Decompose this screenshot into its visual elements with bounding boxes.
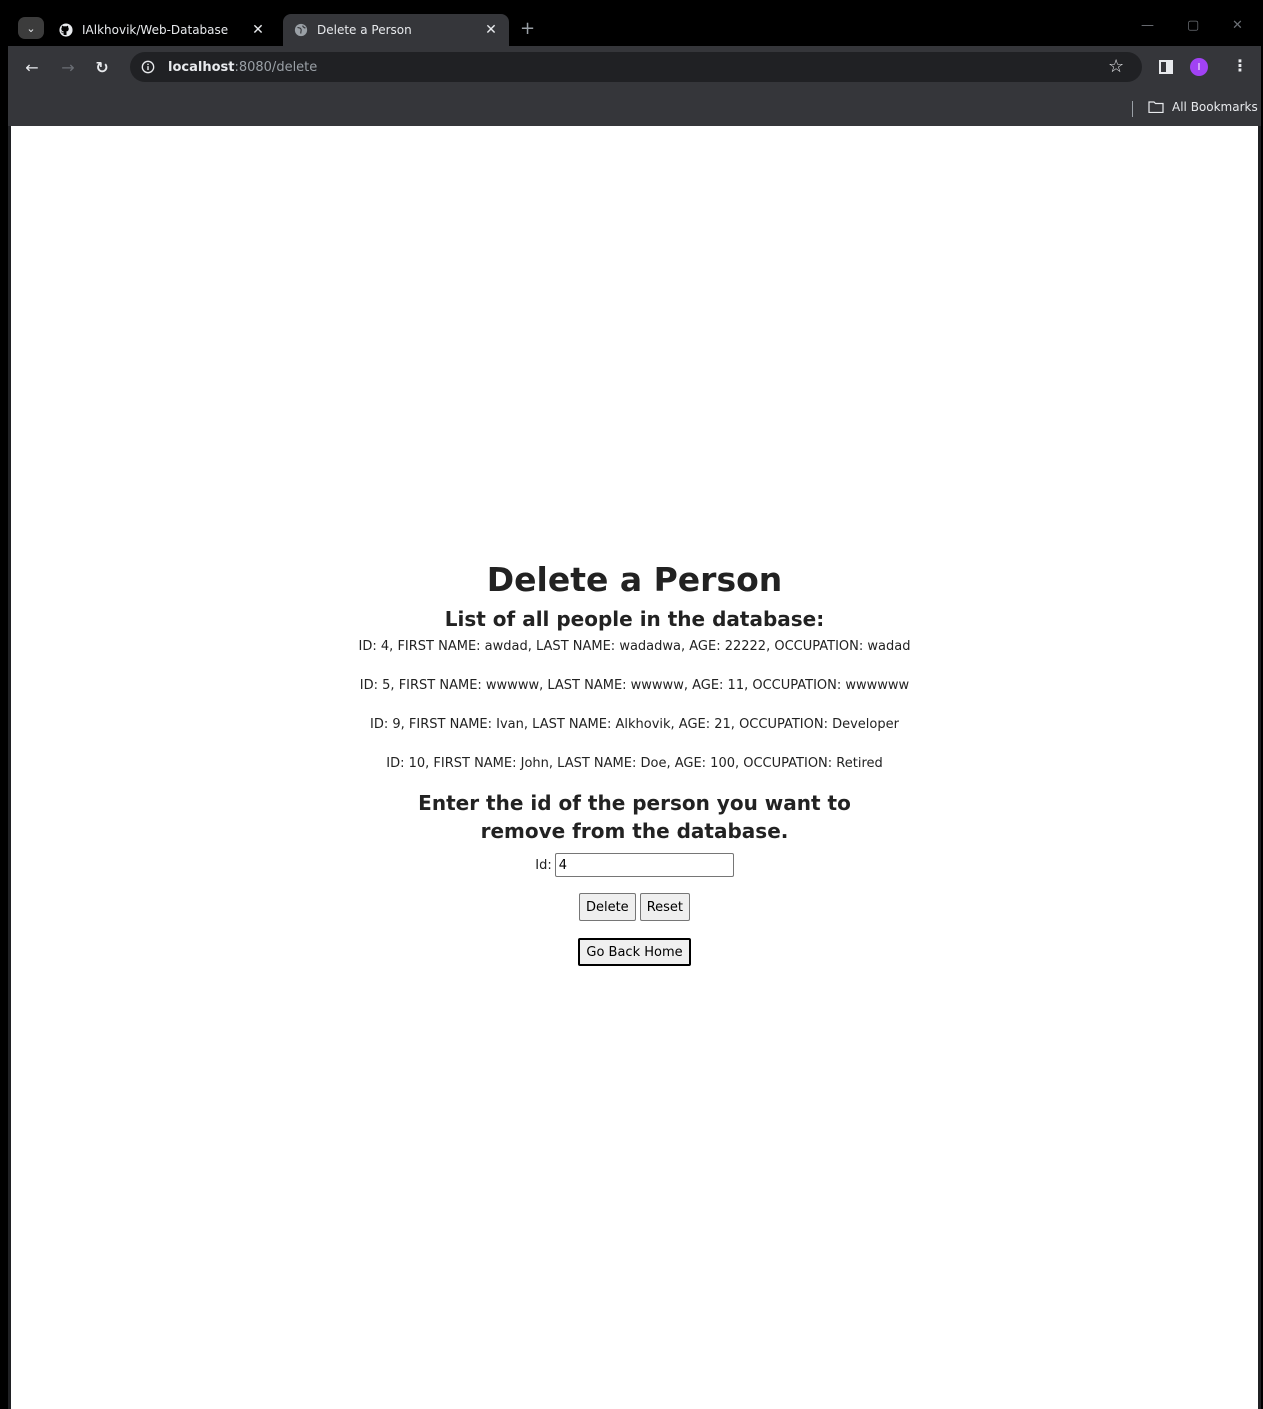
page-title: Delete a Person (486, 560, 783, 599)
bookmark-star-icon[interactable]: ☆ (1108, 56, 1124, 77)
browser-window: ⌄ IAlkhovik/Web-Database ✕ Delete a Pers… (8, 8, 1261, 1409)
tab-title: IAlkhovik/Web-Database (82, 23, 229, 37)
tab-search-button[interactable]: ⌄ (18, 17, 44, 39)
chevron-down-icon: ⌄ (26, 21, 36, 35)
side-panel-icon[interactable] (1159, 60, 1173, 74)
form-buttons: Delete Reset (11, 893, 1258, 921)
page-content: Delete a Person List of all people in th… (11, 560, 1258, 966)
maximize-icon[interactable]: ▢ (1187, 18, 1199, 33)
delete-prompt: Enter the id of the person you want to r… (418, 791, 851, 843)
tab-delete-person[interactable]: Delete a Person ✕ (283, 14, 509, 46)
delete-button[interactable]: Delete (578, 893, 636, 921)
person-entry: ID: 10, FIRST NAME: John, LAST NAME: Doe… (386, 756, 883, 771)
home-row: Go Back Home (11, 938, 1258, 966)
profile-avatar[interactable]: I (1190, 58, 1208, 76)
github-icon (58, 22, 74, 38)
go-back-home-button[interactable]: Go Back Home (578, 938, 691, 966)
address-bar[interactable]: localhost:8080/delete (130, 52, 1142, 82)
tab-title: Delete a Person (317, 23, 412, 37)
new-tab-button[interactable]: + (520, 18, 535, 39)
url-text: localhost:8080/delete (168, 59, 318, 75)
tab-strip: ⌄ IAlkhovik/Web-Database ✕ Delete a Pers… (8, 8, 1261, 46)
bookmarks-bar: All Bookmarks (8, 92, 1261, 126)
divider (1132, 101, 1133, 117)
forward-icon[interactable]: → (58, 58, 78, 77)
web-page: Delete a Person List of all people in th… (11, 126, 1258, 1409)
all-bookmarks-button[interactable]: All Bookmarks (1148, 100, 1258, 114)
close-icon[interactable]: ✕ (483, 22, 499, 38)
close-window-icon[interactable]: ✕ (1232, 18, 1243, 33)
id-input[interactable] (554, 853, 734, 877)
globe-icon (293, 22, 309, 38)
back-icon[interactable]: ← (22, 58, 42, 77)
menu-icon[interactable]: ⋮ (1232, 56, 1248, 75)
minimize-icon[interactable]: — (1141, 18, 1154, 33)
browser-toolbar: ← → ↻ localhost:8080/delete ☆ I ⋮ (8, 46, 1261, 92)
person-entry: ID: 4, FIRST NAME: awdad, LAST NAME: wad… (358, 639, 911, 654)
all-bookmarks-label: All Bookmarks (1172, 100, 1258, 114)
list-heading: List of all people in the database: (444, 607, 825, 631)
folder-icon (1148, 101, 1164, 113)
id-form-row: Id: (11, 853, 1258, 877)
person-entry: ID: 9, FIRST NAME: Ivan, LAST NAME: Alkh… (370, 717, 899, 732)
reload-icon[interactable]: ↻ (92, 58, 112, 77)
id-label: Id: (535, 857, 552, 873)
close-icon[interactable]: ✕ (250, 22, 266, 38)
person-entry: ID: 5, FIRST NAME: wwwww, LAST NAME: www… (359, 678, 910, 693)
reset-button[interactable]: Reset (639, 893, 691, 921)
site-info-icon[interactable] (140, 59, 156, 75)
tab-github[interactable]: IAlkhovik/Web-Database ✕ (48, 14, 276, 46)
